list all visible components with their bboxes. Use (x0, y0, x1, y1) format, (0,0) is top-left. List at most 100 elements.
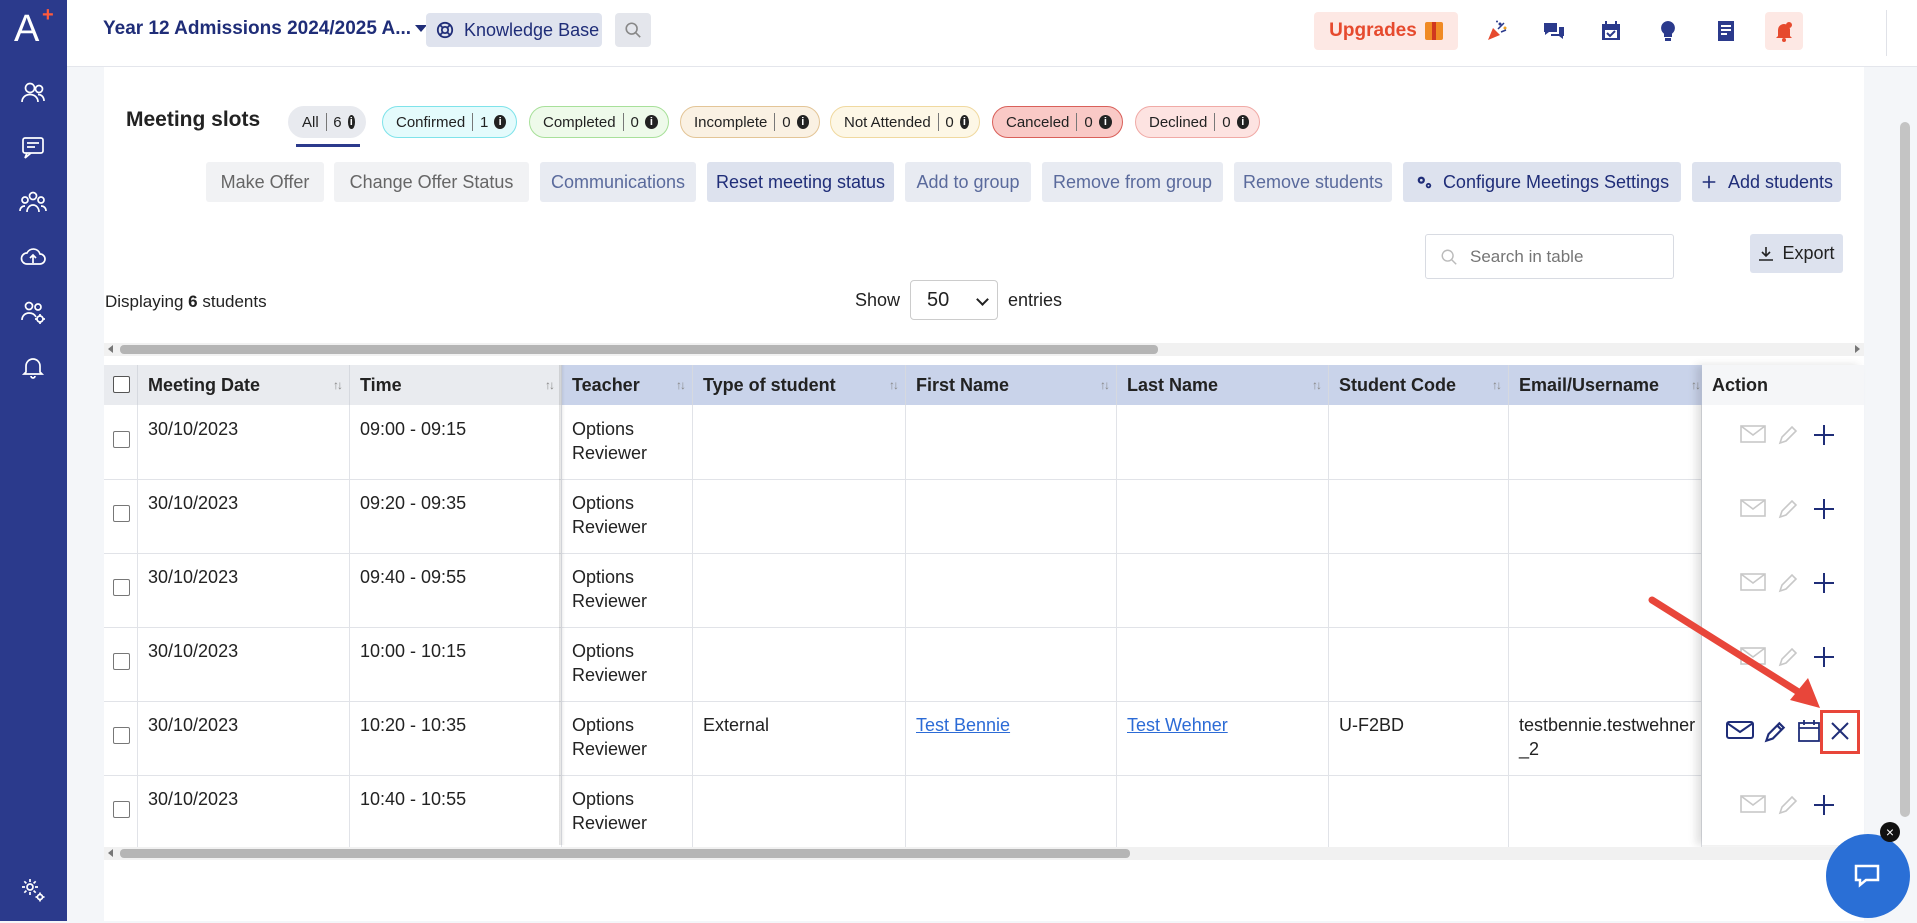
displaying-count: Displaying 6 students (105, 292, 267, 312)
cell-code: U-F2BD (1329, 701, 1509, 775)
page-scrollbar[interactable] (1900, 122, 1910, 817)
search-input[interactable] (1468, 245, 1662, 268)
scroll-left-icon[interactable] (108, 849, 113, 857)
export-button[interactable]: Export (1750, 234, 1843, 273)
upgrades-button[interactable]: Upgrades (1314, 12, 1458, 50)
row-select-cell (104, 701, 138, 775)
header-time[interactable]: Time ↑↓ (350, 365, 562, 405)
sort-icon[interactable]: ↑↓ (889, 378, 899, 392)
communications-button[interactable]: Communications (540, 162, 696, 202)
cell-date: 30/10/2023 (138, 775, 350, 849)
lightbulb-icon[interactable] (1651, 14, 1685, 48)
filter-chip-completed[interactable]: Completed 0 i (529, 106, 669, 138)
row-select-cell (104, 479, 138, 553)
sort-icon[interactable]: ↑↓ (1312, 378, 1322, 392)
header-action: Action (1702, 365, 1864, 405)
select-all-checkbox[interactable] (113, 376, 130, 393)
calendar-icon[interactable] (1798, 719, 1820, 743)
header-first-name[interactable]: First Name ↑↓ (906, 365, 1117, 405)
teacher-line-2: Reviewer (572, 813, 648, 833)
reset-meeting-status-button[interactable]: Reset meeting status (707, 162, 894, 202)
sort-icon[interactable]: ↑↓ (545, 378, 555, 392)
select-all-cell (104, 365, 138, 405)
last-name-link[interactable]: Test Wehner (1127, 715, 1228, 735)
change-offer-status-button[interactable]: Change Offer Status (334, 162, 529, 202)
frozen-column-shadow (559, 365, 565, 845)
chat-widget-button[interactable] (1826, 834, 1910, 918)
settings-icon[interactable] (16, 873, 50, 907)
chat-close-icon[interactable]: × (1880, 822, 1900, 842)
header-meeting-date[interactable]: Meeting Date ↑↓ (138, 365, 350, 405)
alerts-bell-icon[interactable] (1765, 12, 1803, 50)
export-label: Export (1782, 243, 1835, 263)
header-last-name[interactable]: Last Name ↑↓ (1117, 365, 1329, 405)
scroll-left-icon[interactable] (108, 345, 113, 353)
edit-pencil-icon[interactable] (1762, 719, 1788, 745)
users-icon[interactable] (16, 76, 50, 110)
row-checkbox[interactable] (113, 579, 130, 596)
notifications-icon[interactable] (16, 350, 50, 384)
global-search-button[interactable] (615, 13, 651, 47)
table-top-scrollbar[interactable] (104, 343, 1864, 356)
info-icon: i (796, 115, 809, 129)
filter-chip-canceled[interactable]: Canceled 0 i (992, 106, 1123, 138)
header-email[interactable]: Email/Username ↑↓ (1509, 365, 1708, 405)
header-label: Action (1712, 374, 1768, 395)
configure-meetings-settings-button[interactable]: Configure Meetings Settings (1403, 162, 1681, 202)
app-logo[interactable]: A + (14, 4, 54, 52)
scrollbar-thumb[interactable] (120, 345, 1158, 354)
row-checkbox[interactable] (113, 727, 130, 744)
sort-icon[interactable]: ↑↓ (1100, 378, 1110, 392)
remove-from-group-button[interactable]: Remove from group (1042, 162, 1223, 202)
displaying-suffix: students (197, 292, 267, 311)
chip-label: Canceled (1006, 113, 1070, 131)
filter-chip-declined[interactable]: Declined 0 i (1135, 106, 1260, 138)
notes-icon[interactable] (1709, 14, 1743, 48)
email-icon[interactable] (1726, 719, 1754, 741)
header-teacher[interactable]: Teacher ↑↓ (562, 365, 693, 405)
sort-icon[interactable]: ↑↓ (1492, 378, 1502, 392)
messages-icon[interactable] (16, 130, 50, 164)
row-select-cell (104, 775, 138, 849)
teacher-line-1: Options (572, 493, 635, 513)
add-icon[interactable] (1812, 497, 1836, 521)
search-icon (1441, 249, 1457, 265)
scroll-right-icon[interactable] (1855, 345, 1860, 353)
user-settings-icon[interactable] (16, 295, 50, 329)
table-bottom-scrollbar[interactable] (104, 847, 1864, 860)
row-checkbox[interactable] (113, 431, 130, 448)
sort-icon[interactable]: ↑↓ (333, 378, 343, 392)
header-label: First Name (916, 374, 1010, 395)
scrollbar-thumb[interactable] (120, 849, 1130, 858)
add-to-group-button[interactable]: Add to group (905, 162, 1031, 202)
add-icon[interactable] (1812, 793, 1836, 817)
row-checkbox[interactable] (113, 505, 130, 522)
make-offer-button[interactable]: Make Offer (206, 162, 324, 202)
row-actions (1740, 497, 1850, 527)
filter-chip-incomplete[interactable]: Incomplete 0 i (680, 106, 820, 138)
sort-icon[interactable]: ↑↓ (1691, 378, 1701, 392)
plus-icon (1702, 175, 1716, 189)
header-type-of-student[interactable]: Type of student ↑↓ (693, 365, 906, 405)
celebration-icon[interactable] (1480, 14, 1514, 48)
project-selector[interactable]: Year 12 Admissions 2024/2025 A... (103, 18, 428, 40)
chat-bubbles-icon[interactable] (1537, 14, 1571, 48)
first-name-link[interactable]: Test Bennie (916, 715, 1010, 735)
sort-icon[interactable]: ↑↓ (676, 378, 686, 392)
group-icon[interactable] (16, 185, 50, 219)
filter-chip-confirmed[interactable]: Confirmed 1 i (382, 106, 517, 138)
knowledge-base-button[interactable]: Knowledge Base (426, 13, 602, 47)
cloud-upload-icon[interactable] (16, 240, 50, 274)
remove-students-button[interactable]: Remove students (1234, 162, 1392, 202)
row-checkbox[interactable] (113, 801, 130, 818)
calendar-icon[interactable] (1594, 14, 1628, 48)
entries-select[interactable]: 50 (910, 280, 998, 320)
row-checkbox[interactable] (113, 653, 130, 670)
add-students-button[interactable]: Add students (1692, 162, 1841, 202)
table-search[interactable] (1425, 234, 1674, 279)
add-icon[interactable] (1812, 423, 1836, 447)
cell-type (693, 553, 906, 627)
filter-chip-all[interactable]: All 6 i (288, 106, 366, 138)
filter-chip-not-attended[interactable]: Not Attended 0 i (830, 106, 980, 138)
header-student-code[interactable]: Student Code ↑↓ (1329, 365, 1509, 405)
